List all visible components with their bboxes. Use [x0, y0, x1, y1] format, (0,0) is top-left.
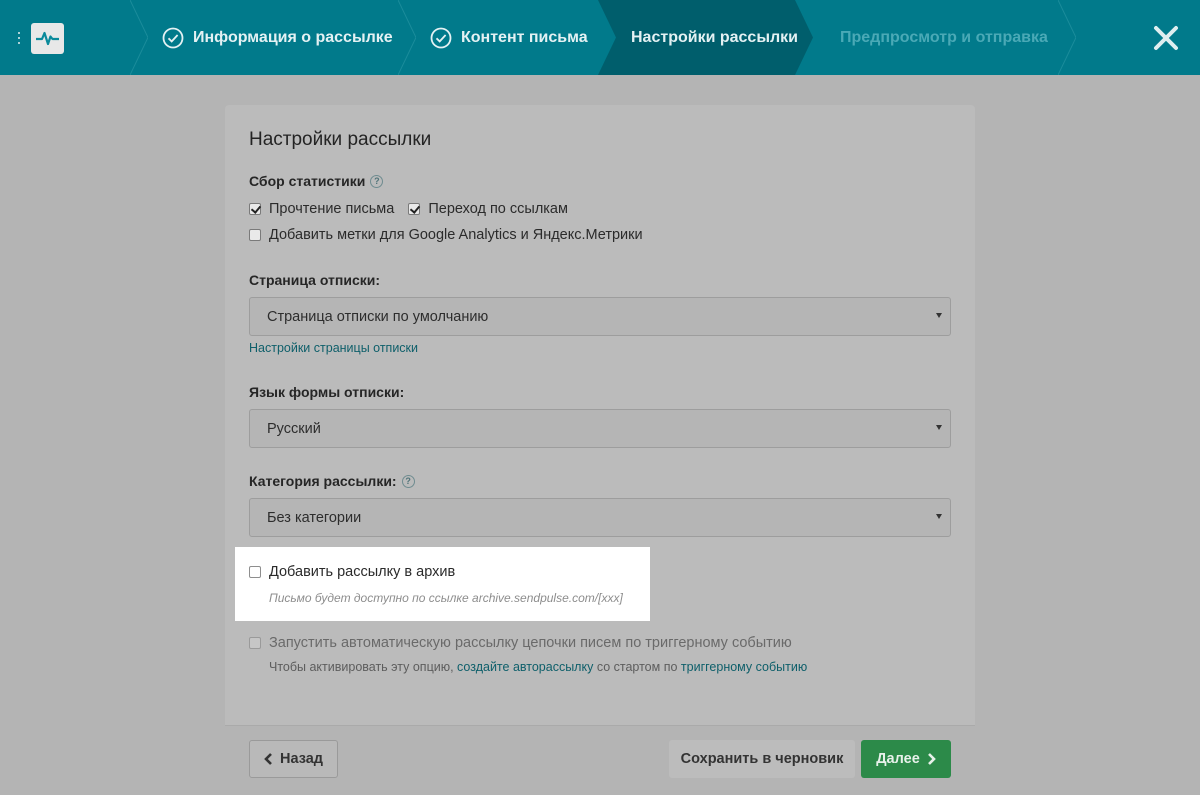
- utm-row: Добавить метки для Google Analytics и Ян…: [249, 227, 643, 243]
- clicks-label: Переход по ссылкам: [428, 201, 568, 217]
- stats-label: Сбор статистики ?: [249, 173, 384, 189]
- check-circle-icon: [430, 27, 452, 48]
- trigger-label: Запустить автоматическую рассылку цепочк…: [269, 635, 792, 651]
- step-label: Предпросмотр и отправка: [840, 28, 1048, 46]
- unsubscribe-settings-link[interactable]: Настройки страницы отписки: [249, 341, 418, 355]
- category-label-text: Категория рассылки:: [249, 473, 397, 489]
- unsubscribe-lang-select[interactable]: Русский: [249, 409, 951, 448]
- next-button[interactable]: Далее: [861, 740, 951, 778]
- stats-options-row: Прочтение письма Переход по ссылкам: [249, 201, 568, 217]
- caret-down-icon: [936, 425, 942, 430]
- trigger-note-prefix: Чтобы активировать эту опцию,: [269, 660, 458, 674]
- step-label: Настройки рассылки: [631, 28, 798, 46]
- unsubscribe-page-value: Страница отписки по умолчанию: [267, 308, 489, 325]
- wizard-header: Информация о рассылке Контент письма Нас…: [0, 0, 1200, 75]
- utm-label: Добавить метки для Google Analytics и Ян…: [269, 227, 643, 243]
- settings-card: Настройки рассылки Сбор статистики ? Про…: [225, 105, 975, 795]
- read-checkbox[interactable]: [249, 203, 261, 215]
- next-label: Далее: [876, 751, 920, 767]
- step-label: Контент письма: [461, 28, 588, 46]
- back-button[interactable]: Назад: [249, 740, 338, 778]
- help-icon[interactable]: ?: [401, 474, 415, 488]
- wizard-steps: Информация о рассылке Контент письма Нас…: [0, 0, 1200, 75]
- category-label: Категория рассылки: ?: [249, 473, 415, 489]
- pulse-icon: [36, 31, 59, 46]
- caret-down-icon: [936, 514, 942, 519]
- menu-dots-icon[interactable]: [17, 31, 21, 45]
- step-label: Информация о рассылке: [193, 28, 393, 46]
- category-value: Без категории: [267, 509, 362, 526]
- trigger-row: Запустить автоматическую рассылку цепочк…: [249, 635, 792, 651]
- archive-row: Добавить рассылку в архив: [249, 564, 455, 580]
- read-label: Прочтение письма: [269, 201, 395, 217]
- step-preview-send: Предпросмотр и отправка: [840, 0, 1048, 75]
- close-icon[interactable]: [1153, 25, 1179, 51]
- save-draft-label: Сохранить в черновик: [680, 751, 844, 767]
- unsubscribe-lang-value: Русский: [267, 420, 321, 437]
- archive-hint: Письмо будет доступно по ссылке archive.…: [269, 591, 623, 605]
- trigger-checkbox: [249, 637, 261, 649]
- help-icon[interactable]: ?: [370, 174, 384, 188]
- chevron-right-icon: [927, 753, 936, 765]
- trigger-note: Чтобы активировать эту опцию, создайте а…: [269, 660, 807, 674]
- clicks-checkbox[interactable]: [408, 203, 421, 215]
- step-campaign-info[interactable]: Информация о рассылке: [162, 0, 393, 75]
- archive-highlight: [235, 547, 650, 621]
- brand-area: [0, 0, 138, 75]
- page-title: Настройки рассылки: [249, 129, 432, 150]
- unsubscribe-lang-label: Язык формы отписки:: [249, 384, 405, 400]
- step-separator: [1058, 0, 1076, 75]
- stats-label-text: Сбор статистики: [249, 173, 366, 189]
- app-logo[interactable]: [31, 23, 64, 54]
- category-select[interactable]: Без категории: [249, 498, 951, 537]
- archive-label: Добавить рассылку в архив: [269, 564, 456, 580]
- card-footer: Назад Сохранить в черновик Далее: [225, 725, 975, 795]
- step-separator: [398, 0, 416, 75]
- unsubscribe-page-select[interactable]: Страница отписки по умолчанию: [249, 297, 951, 336]
- step-email-content[interactable]: Контент письма: [430, 0, 588, 75]
- caret-down-icon: [936, 313, 942, 318]
- chevron-left-icon: [264, 753, 272, 765]
- back-label: Назад: [280, 751, 323, 767]
- check-circle-icon: [162, 27, 184, 48]
- create-autoflow-link[interactable]: создайте авторассылку: [457, 660, 593, 674]
- trigger-event-link[interactable]: триггерному событию: [681, 660, 807, 674]
- save-draft-button[interactable]: Сохранить в черновик: [669, 740, 855, 778]
- utm-checkbox[interactable]: [249, 229, 261, 241]
- trigger-note-middle: со стартом по: [593, 660, 681, 674]
- archive-checkbox[interactable]: [249, 566, 261, 578]
- unsubscribe-page-label: Страница отписки:: [249, 272, 381, 288]
- step-campaign-settings[interactable]: Настройки рассылки: [631, 0, 798, 75]
